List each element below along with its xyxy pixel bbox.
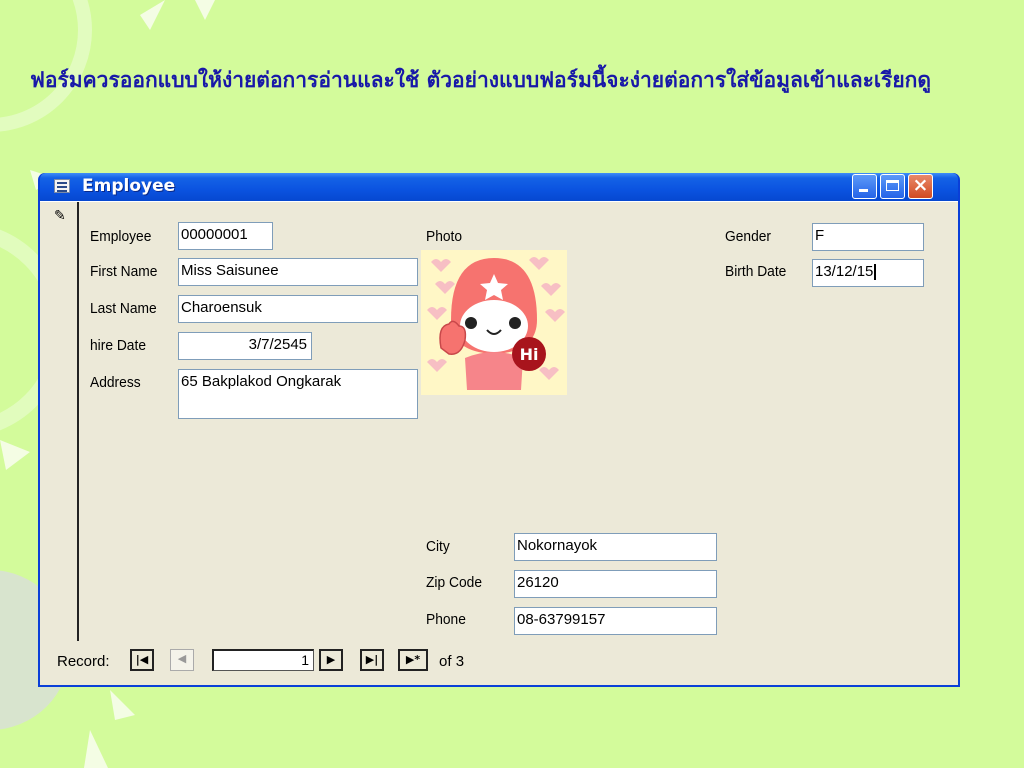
zip-code-field[interactable]: 26120 <box>514 570 717 598</box>
new-record-button[interactable]: ▶* <box>398 649 428 671</box>
employee-photo[interactable]: Hi <box>421 250 567 395</box>
gender-label: Gender <box>725 228 772 245</box>
last-name-label: Last Name <box>90 300 157 317</box>
record-navigation-bar: Record: |◀ ◀ 1 ▶ ▶| ▶* of 3 <box>40 641 958 685</box>
svg-text:Hi: Hi <box>520 345 539 364</box>
birth-date-label: Birth Date <box>725 263 787 280</box>
pencil-icon: ✎ <box>54 208 66 224</box>
phone-field[interactable]: 08-63799157 <box>514 607 717 635</box>
employee-id-field[interactable]: 00000001 <box>178 222 273 250</box>
last-record-button[interactable]: ▶| <box>360 649 384 671</box>
text-caret <box>874 264 877 281</box>
hire-date-field[interactable]: 3/7/2545 <box>178 332 312 360</box>
employee-label: Employee <box>90 228 152 245</box>
close-icon[interactable]: × <box>908 174 933 199</box>
total-records: 3 <box>455 653 465 670</box>
first-name-field[interactable]: Miss Saisunee <box>178 258 418 286</box>
birth-date-value: 13/12/15 <box>815 263 874 280</box>
record-count: of 3 <box>439 653 464 670</box>
next-record-button[interactable]: ▶ <box>319 649 343 671</box>
form-icon <box>54 179 70 193</box>
address-field[interactable]: 65 Bakplakod Ongkarak <box>178 369 418 419</box>
last-name-field[interactable]: Charoensuk <box>178 295 418 323</box>
record-label: Record: <box>57 653 110 670</box>
first-record-button[interactable]: |◀ <box>130 649 154 671</box>
form-body: ✎ Employee 00000001 First Name Miss Sais… <box>40 201 958 685</box>
window-titlebar[interactable]: Employee × <box>40 173 958 201</box>
birth-date-field[interactable]: 13/12/15 <box>812 259 924 287</box>
of-label: of <box>439 653 452 670</box>
city-field[interactable]: Nokornayok <box>514 533 717 561</box>
photo-label: Photo <box>426 228 463 245</box>
previous-record-button[interactable]: ◀ <box>170 649 194 671</box>
employee-form-window: Employee × ✎ Employee 00000001 First Nam… <box>38 173 960 687</box>
record-number-input[interactable]: 1 <box>212 649 314 671</box>
gender-field[interactable]: F <box>812 223 924 251</box>
maximize-icon[interactable] <box>880 174 905 199</box>
phone-label: Phone <box>426 611 466 628</box>
minimize-icon[interactable] <box>852 174 877 199</box>
city-label: City <box>426 538 450 555</box>
zip-code-label: Zip Code <box>426 574 483 591</box>
record-selector[interactable]: ✎ <box>40 202 79 641</box>
hire-date-label: hire Date <box>90 337 147 354</box>
slide-title: ฟอร์มควรออกแบบให้ง่ายต่อการอ่านและใช้ ตั… <box>30 67 931 92</box>
address-label: Address <box>90 374 141 391</box>
cartoon-photo-image: Hi <box>427 257 565 390</box>
window-title: Employee <box>82 176 176 196</box>
first-name-label: First Name <box>90 263 158 280</box>
